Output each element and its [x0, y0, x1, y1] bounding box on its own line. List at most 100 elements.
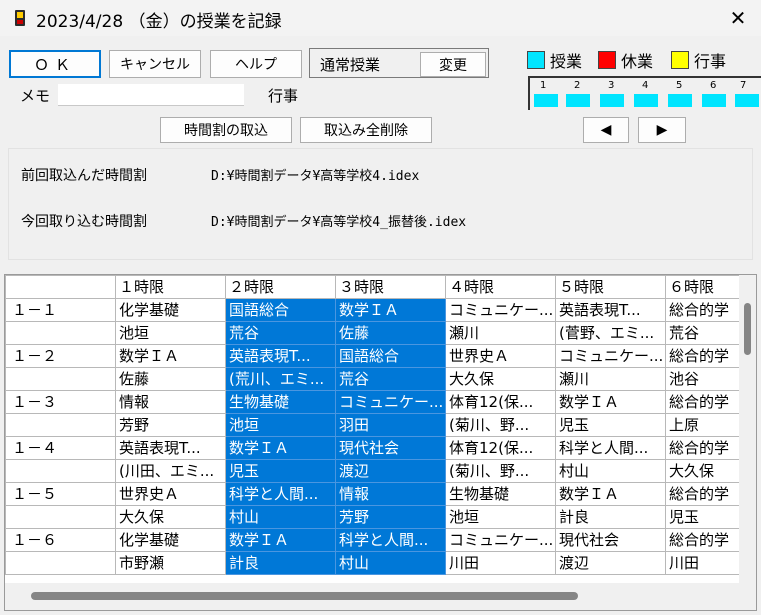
table-row: １－２ 数学ＩＡ 英語表現T... 国語総合 世界史Ａ コミュニケー... 総合的学 — [5, 344, 756, 368]
timetable-cell[interactable]: コミュニケー... — [335, 390, 446, 414]
timetable-cell[interactable]: 佐藤 — [115, 367, 226, 391]
timetable-cell[interactable]: 現代社会 — [335, 436, 446, 460]
timetable-cell[interactable]: (菊川、野... — [445, 459, 556, 483]
timetable-cell[interactable]: 池垣 — [225, 413, 336, 437]
lesson-mode-label: 通常授業 — [320, 56, 381, 74]
vertical-scrollbar[interactable] — [739, 275, 756, 583]
prev-day-button[interactable]: ◀ — [583, 117, 629, 143]
timetable-cell[interactable]: 英語表現T... — [115, 436, 226, 460]
timetable-cell[interactable]: コミュニケー... — [445, 298, 556, 322]
import-timetable-button[interactable]: 時間割の取込 — [160, 117, 292, 143]
timetable-cell[interactable]: 世界史Ａ — [445, 344, 556, 368]
change-mode-button[interactable]: 変更 — [420, 52, 486, 77]
timetable-cell[interactable]: 芳野 — [335, 505, 446, 529]
close-icon: ✕ — [729, 6, 747, 30]
timetable-cell[interactable]: 羽田 — [335, 413, 446, 437]
timetable-cell[interactable]: 国語総合 — [225, 298, 336, 322]
timetable-cell[interactable]: 計良 — [225, 551, 336, 575]
timetable-cell[interactable]: 世界史Ａ — [115, 482, 226, 506]
period-bar[interactable] — [534, 94, 558, 107]
timetable-cell[interactable]: 芳野 — [115, 413, 226, 437]
timetable-cell[interactable]: (荒川、エミ... — [225, 367, 336, 391]
horizontal-scrollbar[interactable] — [5, 583, 741, 610]
timetable-cell[interactable]: コミュニケー... — [555, 344, 666, 368]
timetable-cell[interactable]: 瀬川 — [555, 367, 666, 391]
timetable-cell[interactable]: 化学基礎 — [115, 528, 226, 552]
period-bar[interactable] — [634, 94, 658, 107]
timetable-grid[interactable]: １時限 ２時限 ３時限 ４時限 ５時限 ６時限 １－１ 化学基礎 国語総合 数学ＩＡ コミュニケー… — [4, 274, 757, 611]
timetable-cell[interactable]: 大久保 — [445, 367, 556, 391]
timetable-table: １時限 ２時限 ３時限 ４時限 ５時限 ６時限 １－１ 化学基礎 国語総合 数学ＩＡ コミュニケー… — [5, 275, 756, 575]
legend-event-label: 行事 — [694, 52, 727, 71]
timetable-cell[interactable]: 国語総合 — [335, 344, 446, 368]
timetable-cell[interactable]: 数学ＩＡ — [555, 390, 666, 414]
class-label: １－２ — [5, 344, 116, 368]
timetable-cell[interactable]: 渡辺 — [335, 459, 446, 483]
timetable-cell[interactable]: 川田 — [445, 551, 556, 575]
help-button[interactable]: ヘルプ — [210, 50, 302, 78]
timetable-cell[interactable]: (菅野、エミ... — [555, 321, 666, 345]
timetable-cell[interactable]: 市野瀬 — [115, 551, 226, 575]
lesson-mode-box: 通常授業 変更 — [309, 48, 489, 78]
timetable-cell[interactable]: 生物基礎 — [225, 390, 336, 414]
table-header-row: １時限 ２時限 ３時限 ４時限 ５時限 ６時限 — [5, 275, 756, 299]
vertical-scroll-thumb[interactable] — [744, 303, 751, 355]
timetable-cell[interactable]: 池垣 — [445, 505, 556, 529]
period-bar[interactable] — [600, 94, 624, 107]
timetable-cell[interactable]: 科学と人間... — [555, 436, 666, 460]
ok-button-label: ＯＫ — [33, 55, 76, 74]
period-bar[interactable] — [735, 94, 759, 107]
timetable-cell[interactable]: (菊川、野... — [445, 413, 556, 437]
period-bar[interactable] — [566, 94, 590, 107]
timetable-cell[interactable]: 体育12(保... — [445, 390, 556, 414]
timetable-cell[interactable]: 英語表現T... — [225, 344, 336, 368]
import-info-panel: 前回取込んだ時間割 D:¥時間割データ¥高等学校4.idex 今回取り込む時間割… — [8, 148, 753, 260]
timetable-cell[interactable]: 英語表現T... — [555, 298, 666, 322]
timetable-cell[interactable]: 数学ＩＡ — [115, 344, 226, 368]
timetable-cell[interactable]: 情報 — [335, 482, 446, 506]
period-bar[interactable] — [702, 94, 726, 107]
period-bar[interactable] — [668, 94, 692, 107]
next-day-button[interactable]: ▶ — [638, 117, 686, 143]
timetable-cell[interactable]: 児玉 — [225, 459, 336, 483]
timetable-cell[interactable]: 村山 — [335, 551, 446, 575]
timetable-cell[interactable]: 現代社会 — [555, 528, 666, 552]
timetable-cell[interactable]: 児玉 — [555, 413, 666, 437]
timetable-cell[interactable]: 渡辺 — [555, 551, 666, 575]
timetable-cell[interactable]: 情報 — [115, 390, 226, 414]
timetable-cell[interactable]: 科学と人間... — [335, 528, 446, 552]
timetable-cell[interactable]: 生物基礎 — [445, 482, 556, 506]
timetable-cell[interactable]: 数学ＩＡ — [225, 528, 336, 552]
timetable-cell[interactable]: 村山 — [555, 459, 666, 483]
timetable-cell[interactable]: 数学ＩＡ — [335, 298, 446, 322]
timetable-cell[interactable]: 数学ＩＡ — [555, 482, 666, 506]
change-mode-label: 変更 — [439, 57, 467, 74]
timetable-cell[interactable]: 荒谷 — [335, 367, 446, 391]
close-button[interactable]: ✕ — [715, 0, 761, 36]
memo-input[interactable] — [58, 84, 244, 106]
timetable-cell[interactable]: 瀬川 — [445, 321, 556, 345]
timetable-cell[interactable]: 化学基礎 — [115, 298, 226, 322]
timetable-cell[interactable]: 大久保 — [115, 505, 226, 529]
delete-all-imports-button[interactable]: 取込み全削除 — [300, 117, 432, 143]
timetable-cell[interactable]: 村山 — [225, 505, 336, 529]
class-label: １－６ — [5, 528, 116, 552]
triangle-right-icon: ▶ — [656, 122, 668, 138]
table-row: 市野瀬 計良 村山 川田 渡辺 川田 — [5, 551, 756, 575]
timetable-cell[interactable]: 科学と人間... — [225, 482, 336, 506]
help-button-label: ヘルプ — [235, 57, 277, 73]
timetable-cell[interactable]: 池垣 — [115, 321, 226, 345]
timetable-cell[interactable]: コミュニケー... — [445, 528, 556, 552]
timetable-cell[interactable]: 数学ＩＡ — [225, 436, 336, 460]
cancel-button[interactable]: キャンセル — [109, 50, 201, 78]
timetable-cell[interactable]: (川田、エミ... — [115, 459, 226, 483]
horizontal-scroll-thumb[interactable] — [31, 592, 578, 600]
ok-button[interactable]: ＯＫ — [9, 50, 101, 78]
timetable-cell[interactable]: 荒谷 — [225, 321, 336, 345]
class-label: １－４ — [5, 436, 116, 460]
delete-all-imports-label: 取込み全削除 — [324, 123, 408, 139]
scrollbar-corner — [739, 583, 756, 610]
timetable-cell[interactable]: 計良 — [555, 505, 666, 529]
timetable-cell[interactable]: 体育12(保... — [445, 436, 556, 460]
timetable-cell[interactable]: 佐藤 — [335, 321, 446, 345]
